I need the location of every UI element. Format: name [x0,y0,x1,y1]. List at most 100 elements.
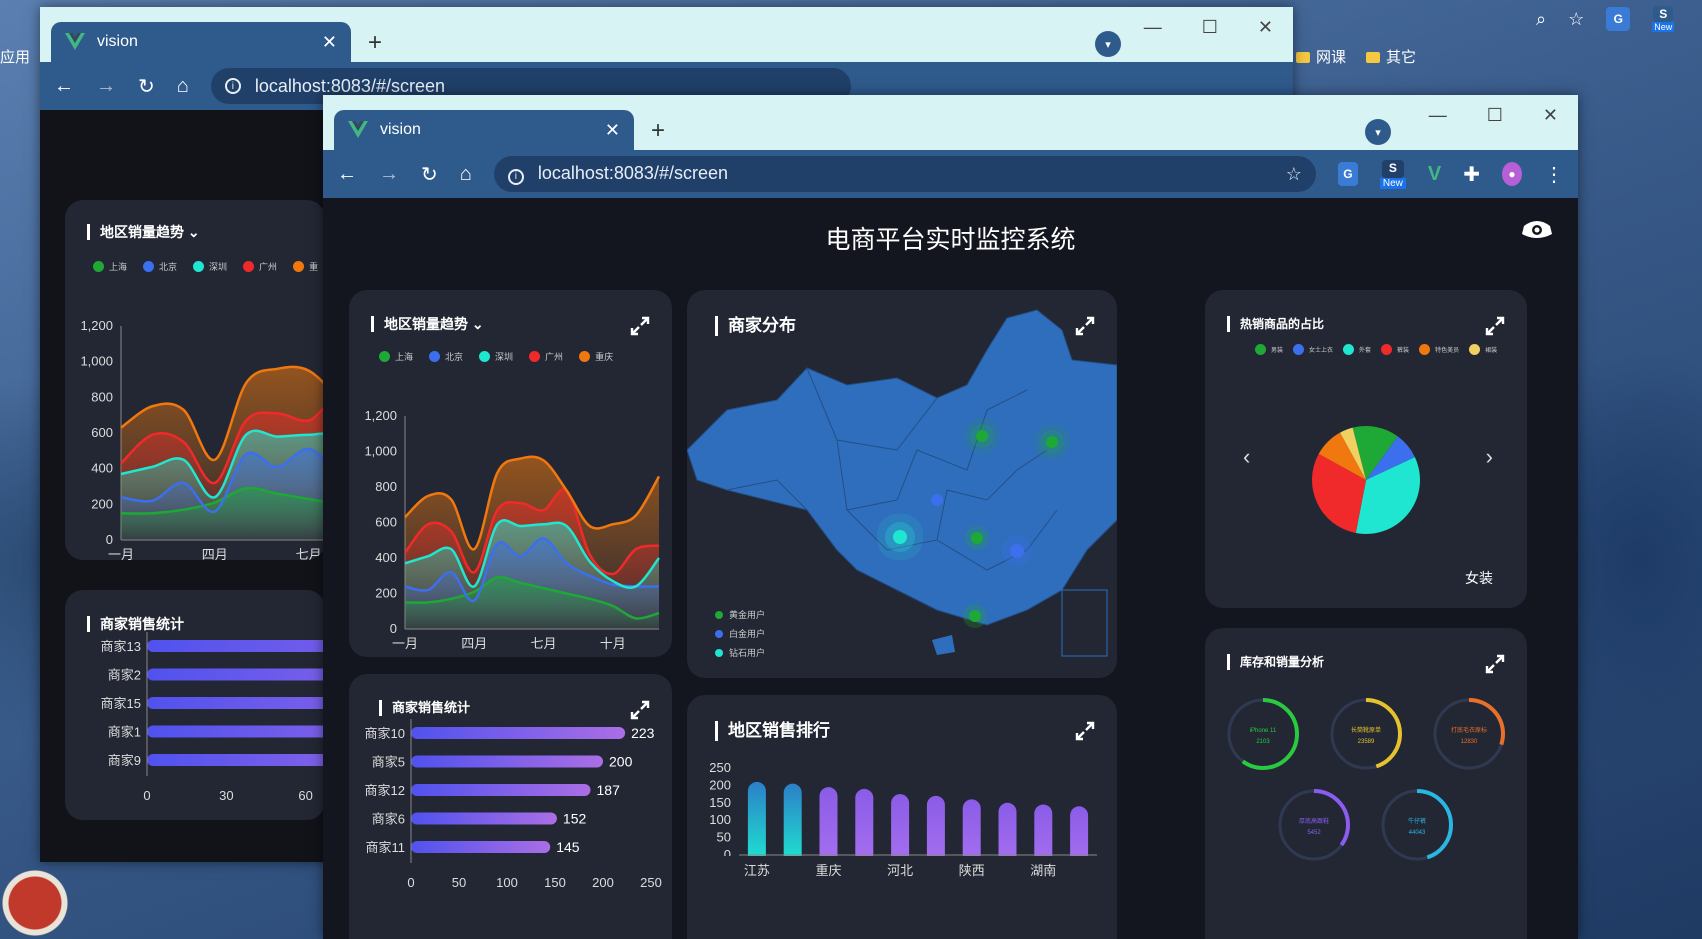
new-tab-icon[interactable]: + [368,29,382,57]
y-category-label: 商家11 [366,840,406,855]
x-tick-label: 一月 [392,636,418,651]
folder-icon [1366,52,1381,64]
close-window-icon[interactable]: ✕ [1543,105,1558,126]
hot-panel: 热销商品的占比 男装 女士上衣 外套 裤装 特色美员 裙装 ‹ › 女装 [1205,290,1527,608]
bookmark-bar: 网课 其它 [1296,40,1416,72]
x-tick-label: 四月 [202,547,228,560]
tab-search-icon[interactable]: ▾ [1095,31,1121,57]
expand-icon[interactable] [1075,316,1095,336]
x-tick-label: 七月 [531,636,557,651]
bookmark-star-icon[interactable]: ☆ [1286,164,1302,185]
back-window-controls: — ☐ ✕ [1144,17,1273,38]
forward-icon[interactable]: → [379,163,399,186]
back-trend-chart: 1,200 1,000 800 600 400 200 0一月 四月 七月 [80,318,325,560]
map-point-gold[interactable] [971,532,983,544]
back-tab[interactable]: vision ✕ [51,22,351,62]
legend-item[interactable]: 钻石用户 [715,646,765,659]
maximize-icon[interactable]: ☐ [1487,105,1503,126]
x-tick-label: 200 [592,875,614,890]
new-tab-icon[interactable]: + [651,117,665,145]
extensions-puzzle-icon[interactable]: ✚ [1463,162,1480,187]
star-icon[interactable]: ☆ [1568,9,1584,30]
maximize-icon[interactable]: ☐ [1202,17,1218,38]
desktop-logo [0,858,70,939]
tab-search-icon[interactable]: ▾ [1365,119,1391,145]
legend-item[interactable]: 白金用户 [715,627,765,640]
x-tick-label: 一月 [108,547,134,560]
reload-icon[interactable]: ↻ [421,162,438,187]
x-tick-label: 河北 [887,863,913,878]
menu-kebab-icon[interactable]: ⋮ [1544,162,1564,187]
data-label: 152 [563,811,587,827]
bar [411,784,591,796]
bookmark-apps[interactable]: 应用 [0,46,30,67]
extension-new-icon[interactable]: S New [1652,6,1675,32]
bar [855,788,874,864]
translate-icon[interactable]: G [1606,7,1631,31]
y-tick-label: 50 [717,830,731,845]
data-label: 200 [609,754,633,770]
folder-icon [1296,52,1310,64]
seller-chart: 商家10 223 商家5 200 商家12 187 商家6 152 商家11 145 0 50 100 1… [365,719,662,890]
translate-icon[interactable]: G [1337,162,1358,186]
map-point-gold[interactable] [976,430,988,442]
back-seller-panel: 商家销售统计 商家13商家2商家159商家19商家9870306090 [65,590,325,820]
x-tick-label: 四月 [461,636,487,651]
close-tab-icon[interactable]: ✕ [605,120,620,141]
forward-icon[interactable]: → [96,75,116,98]
bar [926,795,945,864]
info-icon[interactable]: i [507,168,524,185]
x-tick-label: 0 [407,875,414,890]
tab-title: vision [380,121,421,138]
y-tick-label: 250 [709,760,731,775]
back-trend-panel: 地区销量趋势 ⌄ 上海 北京 深圳 广州 重 1,200 1,000 800 600 4… [65,200,325,560]
bookmark-folder-other[interactable]: 其它 [1366,46,1416,67]
home-icon[interactable]: ⌂ [460,163,472,186]
back-icon[interactable]: ← [54,75,74,98]
map-point-platinum[interactable] [931,494,943,506]
trend-panel: 地区销量趋势 ⌄ 上海 北京 深圳 广州 重庆 1,200 1,000 800 600… [349,290,672,657]
profile-avatar[interactable]: ● [1501,162,1522,186]
minimize-icon[interactable]: — [1429,105,1447,126]
back-icon[interactable]: ← [337,163,357,186]
map-point-diamond[interactable] [893,530,907,544]
x-tick-label: 60 [298,788,312,803]
x-tick-label: 150 [544,875,566,890]
data-label: 223 [631,725,655,741]
trend-chart: 1,200 1,000 800 600 400 200 0一月 四月 七月 十月 [364,408,661,651]
bar [411,812,557,825]
info-icon[interactable]: i [224,78,241,94]
reload-icon[interactable]: ↻ [138,74,155,99]
bookmark-folder-wangke[interactable]: 网课 [1296,46,1346,67]
close-icon[interactable]: ✕ [322,32,337,53]
bar [819,787,838,864]
y-category-label: 商家1 [108,725,141,740]
back-seller-chart: 商家13商家2商家159商家19商家9870306090 [101,632,325,803]
map-panel: 商家分布 黄金用户 白金用户 钻石用户 [687,290,1117,678]
minimize-icon[interactable]: — [1144,17,1162,38]
zoom-icon[interactable]: ⌕ [1536,9,1546,30]
home-icon[interactable]: ⌂ [177,75,189,98]
theme-switch-icon[interactable] [1520,216,1554,242]
extension-new-icon[interactable]: S New [1379,159,1406,189]
bar [147,754,325,766]
vue-devtools-icon[interactable]: V [1428,163,1441,186]
bar [147,640,325,652]
bar [747,781,766,864]
address-bar[interactable]: i localhost:8083/#/screen ☆ [493,156,1316,192]
map-point-gold[interactable] [1046,436,1058,448]
gauge-value: 23589 [1358,739,1375,745]
tab-vision[interactable]: vision ✕ [334,110,634,150]
back-toolbar-icons: ⌕ ☆ G S New [1536,6,1675,32]
legend-item[interactable]: 黄金用户 [715,608,765,621]
map-point-gold[interactable] [969,610,981,622]
map-point-platinum[interactable] [1010,544,1024,558]
gauge-name: 打底毛衣原标 [1451,726,1487,734]
x-tick-label: 十月 [600,636,626,651]
gauge-value: 44043 [1409,830,1426,836]
y-tick-label: 800 [375,479,397,494]
close-window-icon[interactable]: ✕ [1258,17,1273,38]
y-tick-label: 200 [709,777,731,792]
bar [147,697,325,709]
stock-panel: 库存和销量分析 iPhone 11 2103 长筒靴原单 23589 打底毛衣原标 128… [1205,628,1527,939]
